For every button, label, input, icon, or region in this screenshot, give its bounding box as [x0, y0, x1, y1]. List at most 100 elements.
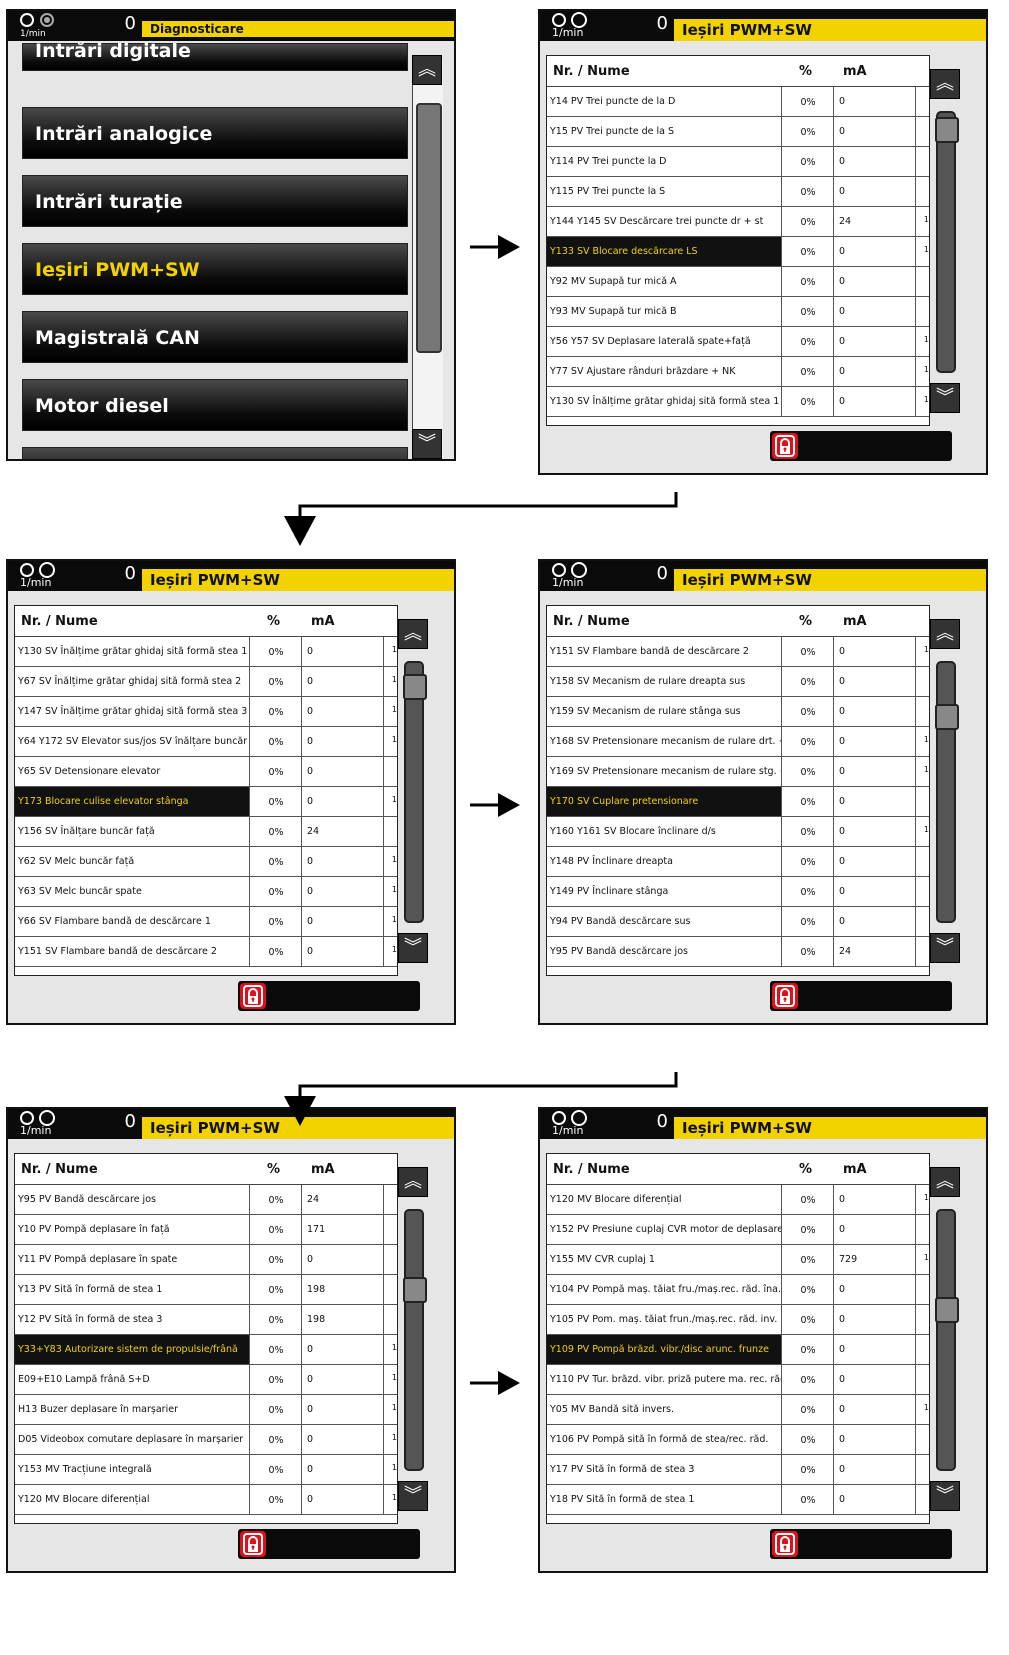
table-scrollbar[interactable] [936, 1209, 956, 1471]
table-row[interactable]: Y62 SV Melc buncăr față 0% 0 1 [15, 847, 397, 877]
table-row[interactable]: Y64 Y172 SV Elevator sus/jos SV înălțare… [15, 727, 397, 757]
scroll-down-button[interactable]: ︾ [930, 933, 960, 963]
menu-item[interactable] [22, 447, 408, 459]
table-scrollbar[interactable] [936, 661, 956, 923]
scroll-up-button[interactable]: ︽ [930, 69, 960, 99]
table-row[interactable]: Y94 PV Bandă descărcare sus 0% 0 [547, 907, 929, 937]
table-row[interactable]: Y130 SV Înălțime grătar ghidaj sită form… [15, 637, 397, 667]
table-scrollbar-thumb[interactable] [935, 1297, 959, 1323]
table-row[interactable]: Y15 PV Trei puncte de la S 0% 0 [547, 117, 929, 147]
table-row[interactable]: Y33+Y83 Autorizare sistem de propulsie/f… [15, 1335, 397, 1365]
table-row[interactable]: Y173 Blocare culise elevator stânga 0% 0 1 [15, 787, 397, 817]
lock-button[interactable] [240, 983, 266, 1009]
menu-item[interactable]: Intrări analogice [22, 107, 408, 159]
table-row[interactable]: Y133 SV Blocare descărcare LS 0% 0 1 [547, 237, 929, 267]
table-row[interactable]: Y148 PV Înclinare dreapta 0% 0 [547, 847, 929, 877]
table-row[interactable]: Y95 PV Bandă descărcare jos 0% 24 [15, 1185, 397, 1215]
table-row[interactable]: Y149 PV Înclinare stânga 0% 0 [547, 877, 929, 907]
table-row[interactable]: Y159 SV Mecanism de rulare stânga sus 0% 0 [547, 697, 929, 727]
table-row[interactable]: Y156 SV Înălțare buncăr față 0% 24 [15, 817, 397, 847]
menu-item[interactable]: Magistrală CAN [22, 311, 408, 363]
table-row[interactable]: Y160 Y161 SV Blocare înclinare d/s 0% 0 1 [547, 817, 929, 847]
output-state [915, 1215, 931, 1244]
table-row[interactable]: Y151 SV Flambare bandă de descărcare 2 0%… [547, 637, 929, 667]
table-scrollbar-thumb[interactable] [403, 1277, 427, 1303]
rpm-value: 0 [656, 13, 668, 34]
table-row[interactable]: Y109 PV Pompă brăzd. vibr./disc arunc. f… [547, 1335, 929, 1365]
table-row[interactable]: Y110 PV Tur. brăzd. vibr. priză putere m… [547, 1365, 929, 1395]
table-row[interactable]: Y155 MV CVR cuplaj 1 0% 729 1 [547, 1245, 929, 1275]
scroll-up-button[interactable]: ︽ [398, 619, 428, 649]
table-row[interactable]: Y10 PV Pompă deplasare în față 0% 171 [15, 1215, 397, 1245]
output-state [383, 1305, 399, 1334]
table-row[interactable]: H13 Buzer deplasare în marșarier 0% 0 1 [15, 1395, 397, 1425]
scroll-down-button[interactable]: ︾ [930, 1481, 960, 1511]
output-name: Y05 MV Bandă sită invers. [550, 1404, 675, 1415]
table-row[interactable]: Y12 PV Sită în formă de stea 3 0% 198 [15, 1305, 397, 1335]
table-row[interactable]: Y158 SV Mecanism de rulare dreapta sus 0%… [547, 667, 929, 697]
menu-item[interactable]: Motor diesel [22, 379, 408, 431]
scroll-down-button[interactable]: ︾ [412, 429, 442, 459]
table-row[interactable]: Y114 PV Trei puncte la D 0% 0 [547, 147, 929, 177]
table-row[interactable]: Y05 MV Bandă sită invers. 0% 0 1 [547, 1395, 929, 1425]
table-row[interactable]: Y153 MV Tracțiune integrală 0% 0 1 [15, 1455, 397, 1485]
table-row[interactable]: Y152 PV Presiune cuplaj CVR motor de dep… [547, 1215, 929, 1245]
lock-button[interactable] [240, 1531, 266, 1557]
table-row[interactable]: Y104 PV Pompă maș. tăiat fru./maș.rec. r… [547, 1275, 929, 1305]
table-scrollbar-thumb[interactable] [403, 674, 427, 700]
table-scrollbar[interactable] [404, 661, 424, 923]
table-row[interactable]: Y67 SV Înălțime grătar ghidaj sită formă… [15, 667, 397, 697]
table-row[interactable]: Y11 PV Pompă deplasare în spate 0% 0 [15, 1245, 397, 1275]
table-scrollbar[interactable] [936, 111, 956, 373]
output-percent: 0% [249, 757, 302, 786]
table-row[interactable]: Y65 SV Detensionare elevator 0% 0 [15, 757, 397, 787]
scroll-down-button[interactable]: ︾ [398, 933, 428, 963]
table-row[interactable]: Y130 SV Înălțime grătar ghidaj sită form… [547, 387, 929, 417]
table-row[interactable]: Y18 PV Sită în formă de stea 1 0% 0 [547, 1485, 929, 1515]
table-row[interactable]: Y120 MV Blocare diferențial 0% 0 1 [15, 1485, 397, 1515]
menu-item[interactable]: Intrări digitale [22, 42, 408, 71]
table-row[interactable]: Y105 PV Pom. maș. tăiat frun./maș.rec. r… [547, 1305, 929, 1335]
scroll-up-button[interactable]: ︽ [412, 55, 442, 85]
table-row[interactable]: Y169 SV Pretensionare mecanism de rulare… [547, 757, 929, 787]
menu-item[interactable]: Ieșiri PWM+SW [22, 243, 408, 295]
lock-button[interactable] [772, 983, 798, 1009]
table-row[interactable]: Y13 PV Sită în formă de stea 1 0% 198 [15, 1275, 397, 1305]
table-row[interactable]: E09+E10 Lampă frână S+D 0% 0 1 [15, 1365, 397, 1395]
col-header-ma: mA [843, 614, 867, 629]
table-row[interactable]: Y147 SV Înălțime grătar ghidaj sită form… [15, 697, 397, 727]
table-row[interactable]: Y56 Y57 SV Deplasare laterală spate+față… [547, 327, 929, 357]
table-scrollbar-thumb[interactable] [935, 117, 959, 143]
table-row[interactable]: Y120 MV Blocare diferențial 0% 0 1 [547, 1185, 929, 1215]
table-row[interactable]: Y151 SV Flambare bandă de descărcare 2 0%… [15, 937, 397, 967]
table-row[interactable]: Y95 PV Bandă descărcare jos 0% 24 [547, 937, 929, 967]
scroll-down-button[interactable]: ︾ [930, 383, 960, 413]
menu-scrollbar-thumb[interactable] [416, 103, 442, 353]
output-percent: 0% [781, 1335, 834, 1364]
scroll-up-button[interactable]: ︽ [930, 619, 960, 649]
table-header: Nr. / Nume% mA [15, 606, 397, 637]
table-row[interactable]: Y17 PV Sită în formă de stea 3 0% 0 [547, 1455, 929, 1485]
table-row[interactable]: Y170 SV Cuplare pretensionare 0% 0 [547, 787, 929, 817]
table-scrollbar[interactable] [404, 1209, 424, 1471]
table-row[interactable]: D05 Videobox comutare deplasare în marșa… [15, 1425, 397, 1455]
scroll-up-button[interactable]: ︽ [930, 1167, 960, 1197]
scroll-up-button[interactable]: ︽ [398, 1167, 428, 1197]
table-row[interactable]: Y106 PV Pompă sită în formă de stea/rec.… [547, 1425, 929, 1455]
table-row[interactable]: Y115 PV Trei puncte la S 0% 0 [547, 177, 929, 207]
table-row[interactable]: Y66 SV Flambare bandă de descărcare 1 0% 0… [15, 907, 397, 937]
table-row[interactable]: Y168 SV Pretensionare mecanism de rulare… [547, 727, 929, 757]
table-row[interactable]: Y63 SV Melc buncăr spate 0% 0 1 [15, 877, 397, 907]
scroll-down-button[interactable]: ︾ [398, 1481, 428, 1511]
table-row[interactable]: Y14 PV Trei puncte de la D 0% 0 [547, 87, 929, 117]
output-state [383, 817, 399, 846]
table-scrollbar-thumb[interactable] [935, 704, 959, 730]
lock-button[interactable] [772, 433, 798, 459]
table-row[interactable]: Y93 MV Supapă tur mică B 0% 0 [547, 297, 929, 327]
chevron-down-icon: ︾ [936, 1485, 954, 1506]
table-row[interactable]: Y92 MV Supapă tur mică A 0% 0 [547, 267, 929, 297]
menu-item[interactable]: Intrări turație [22, 175, 408, 227]
table-row[interactable]: Y144 Y145 SV Descărcare trei puncte dr +… [547, 207, 929, 237]
table-row[interactable]: Y77 SV Ajustare rânduri brăzdare + NK 0% 0… [547, 357, 929, 387]
lock-button[interactable] [772, 1531, 798, 1557]
